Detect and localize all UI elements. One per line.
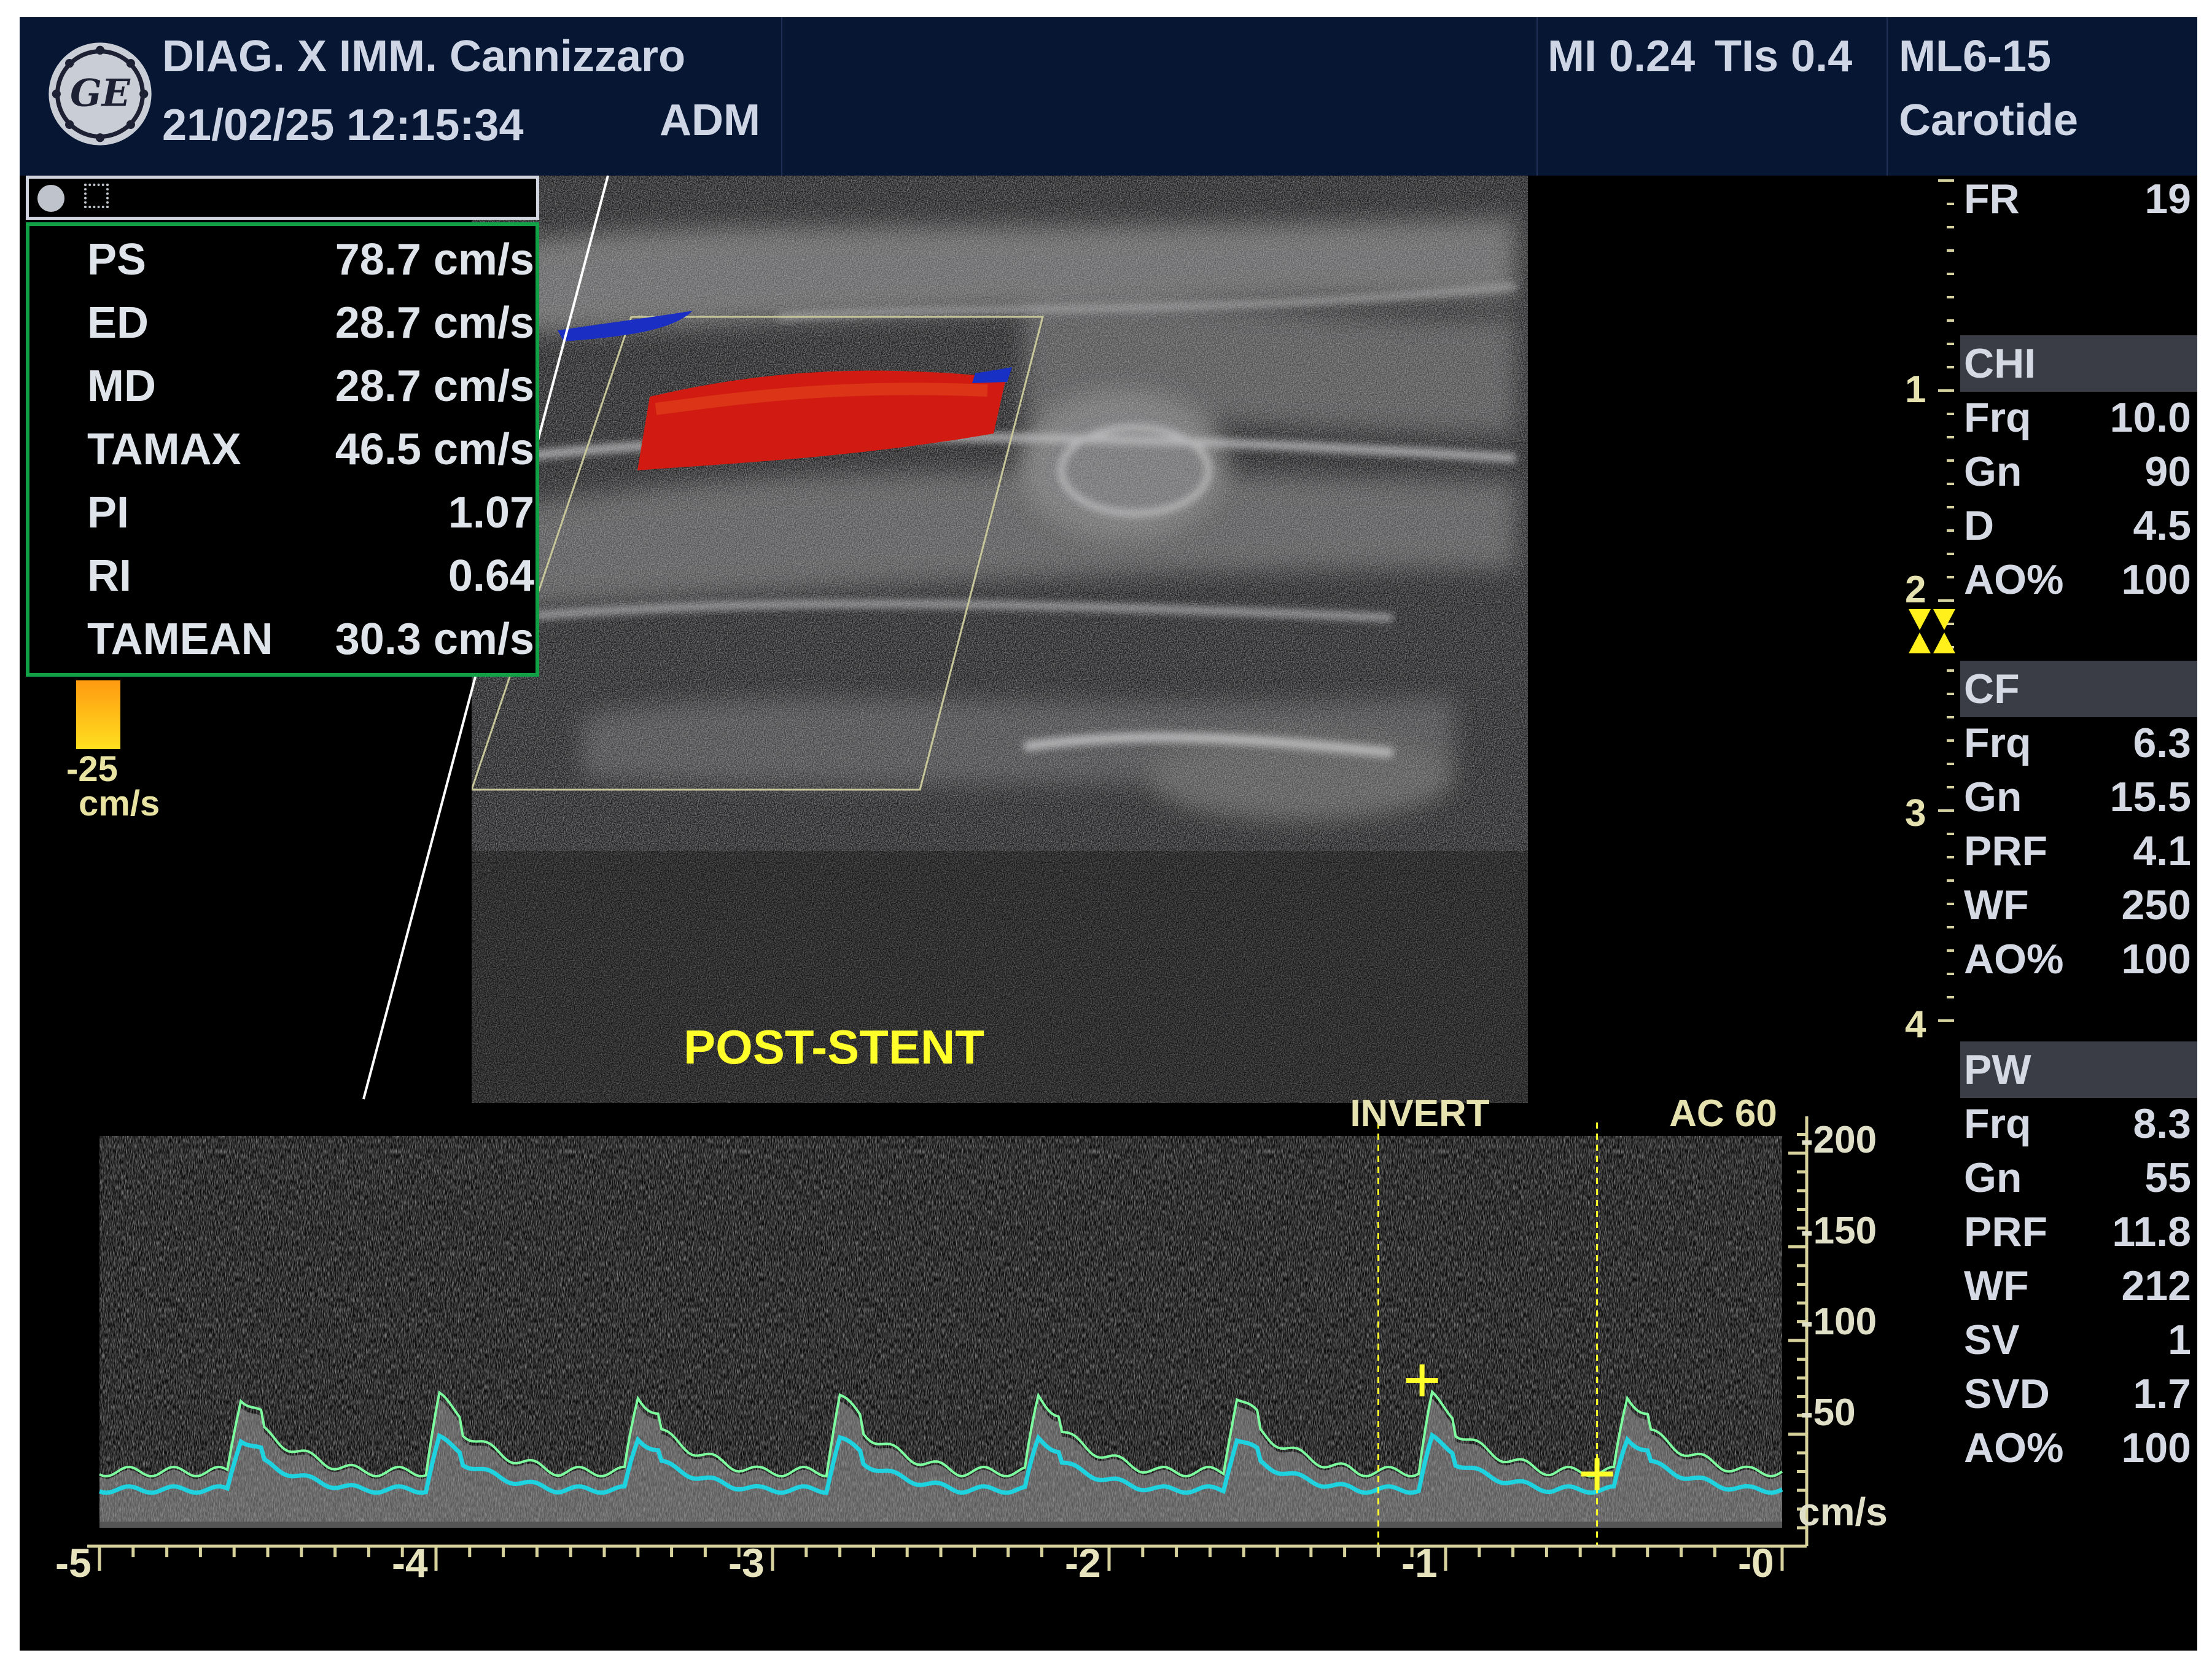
measurement-label: PI [87,488,130,537]
depth-mark: 2 [1905,569,1926,611]
grid-icon [84,184,109,208]
chi-param-value: 10.0 [2109,394,2191,441]
record-icon [37,185,64,212]
pw-param-label: SV [1964,1317,2020,1363]
pw-param-value: 1 [2168,1317,2191,1363]
time-tick-label: -3 [728,1540,765,1585]
chi-param-label: Gn [1964,448,2022,495]
cf-param-label: Frq [1964,720,2031,766]
measurement-value: 46.5 cm/s [335,425,534,474]
measurement-label: TAMAX [87,425,241,474]
chi-param-value: 90 [2144,448,2191,495]
cf-param-value: 6.3 [2133,720,2191,766]
time-tick-label: -2 [1065,1540,1101,1585]
chi-title: CHI [1964,340,2036,387]
measurement-label: RI [87,551,131,601]
color-scale-min: -25 [66,749,118,789]
time-tick-label: -0 [1738,1540,1774,1585]
measurement-label: ED [87,298,149,348]
depth-mark: 4 [1905,1003,1926,1046]
pw-param-value: 8.3 [2133,1100,2191,1147]
measurement-row: ED 28.7 cm/s [29,289,543,351]
pw-param-value: 212 [2121,1262,2191,1309]
pw-param-label: Frq [1964,1100,2031,1147]
fr-value: 19 [2144,176,2191,222]
measurement-value: 78.7 cm/s [335,235,534,284]
color-scale-unit: cm/s [79,784,160,823]
ultrasound-screen: GE DIAG. X IMM. Cannizzaro 21/02/25 12:1… [20,17,2197,1651]
pw-param-value: 55 [2144,1154,2191,1201]
pw-title: PW [1964,1046,2031,1093]
velocity-tick-label: -100 [1801,1301,1877,1343]
velocity-tick-label: -150 [1801,1210,1877,1252]
cf-param-label: Gn [1964,774,2022,820]
time-tick-label: -4 [392,1540,428,1585]
measurement-value: 1.07 [448,488,534,537]
measurement-row: MD 28.7 cm/s [29,352,543,414]
pw-param-label: WF [1964,1262,2029,1309]
measurement-value: 0.64 [448,551,534,601]
cf-param-value: 100 [2121,936,2191,982]
cf-param-label: WF [1964,882,2029,928]
measurement-label: PS [87,235,147,284]
ac-label: AC 60 [1669,1098,1777,1135]
cf-param-value: 4.1 [2133,828,2191,874]
velocity-unit: cm/s [1798,1490,1888,1534]
chi-param-label: Frq [1964,394,2031,441]
measurement-row: TAMEAN 30.3 cm/s [29,605,543,667]
measurement-row: PI 1.07 [29,479,543,540]
fr-label: FR [1964,176,2020,222]
measurement-label: TAMEAN [87,615,273,664]
pw-param-label: Gn [1964,1154,2022,1201]
measurement-box: PS 78.7 cm/s ED 28.7 cm/s MD 28.7 cm/s T… [26,222,539,677]
measurement-value: 28.7 cm/s [335,362,534,411]
velocity-tick-label: -50 [1801,1391,1856,1434]
doppler-spectrum: INVERT AC 60 [87,1098,1809,1571]
pw-param-value: 100 [2121,1425,2191,1471]
measurement-header[interactable] [26,176,539,220]
time-tick-label: -5 [55,1540,92,1585]
color-scale-bar [76,680,120,749]
measurement-value: 28.7 cm/s [335,298,534,348]
depth-mark: 3 [1905,792,1926,834]
chi-param-label: D [1964,502,1995,549]
chi-param-value: 4.5 [2133,502,2191,549]
measurement-label: MD [87,362,156,411]
time-tick-label: -1 [1401,1540,1438,1585]
invert-label: INVERT [1350,1098,1489,1135]
cf-param-value: 250 [2121,882,2191,928]
cf-param-value: 15.5 [2109,774,2191,820]
pw-param-value: 1.7 [2133,1371,2191,1417]
focus-marker-icon [1909,609,1955,653]
measurement-row: PS 78.7 cm/s [29,226,543,287]
cf-title: CF [1964,666,2020,712]
chi-param-value: 100 [2121,556,2191,603]
measurement-row: RI 0.64 [29,542,543,604]
depth-mark: 1 [1905,368,1926,411]
measurement-value: 30.3 cm/s [335,615,534,664]
pw-param-value: 11.8 [2112,1208,2191,1255]
velocity-tick-label: -200 [1801,1119,1877,1161]
measurement-row: TAMAX 46.5 cm/s [29,416,543,477]
